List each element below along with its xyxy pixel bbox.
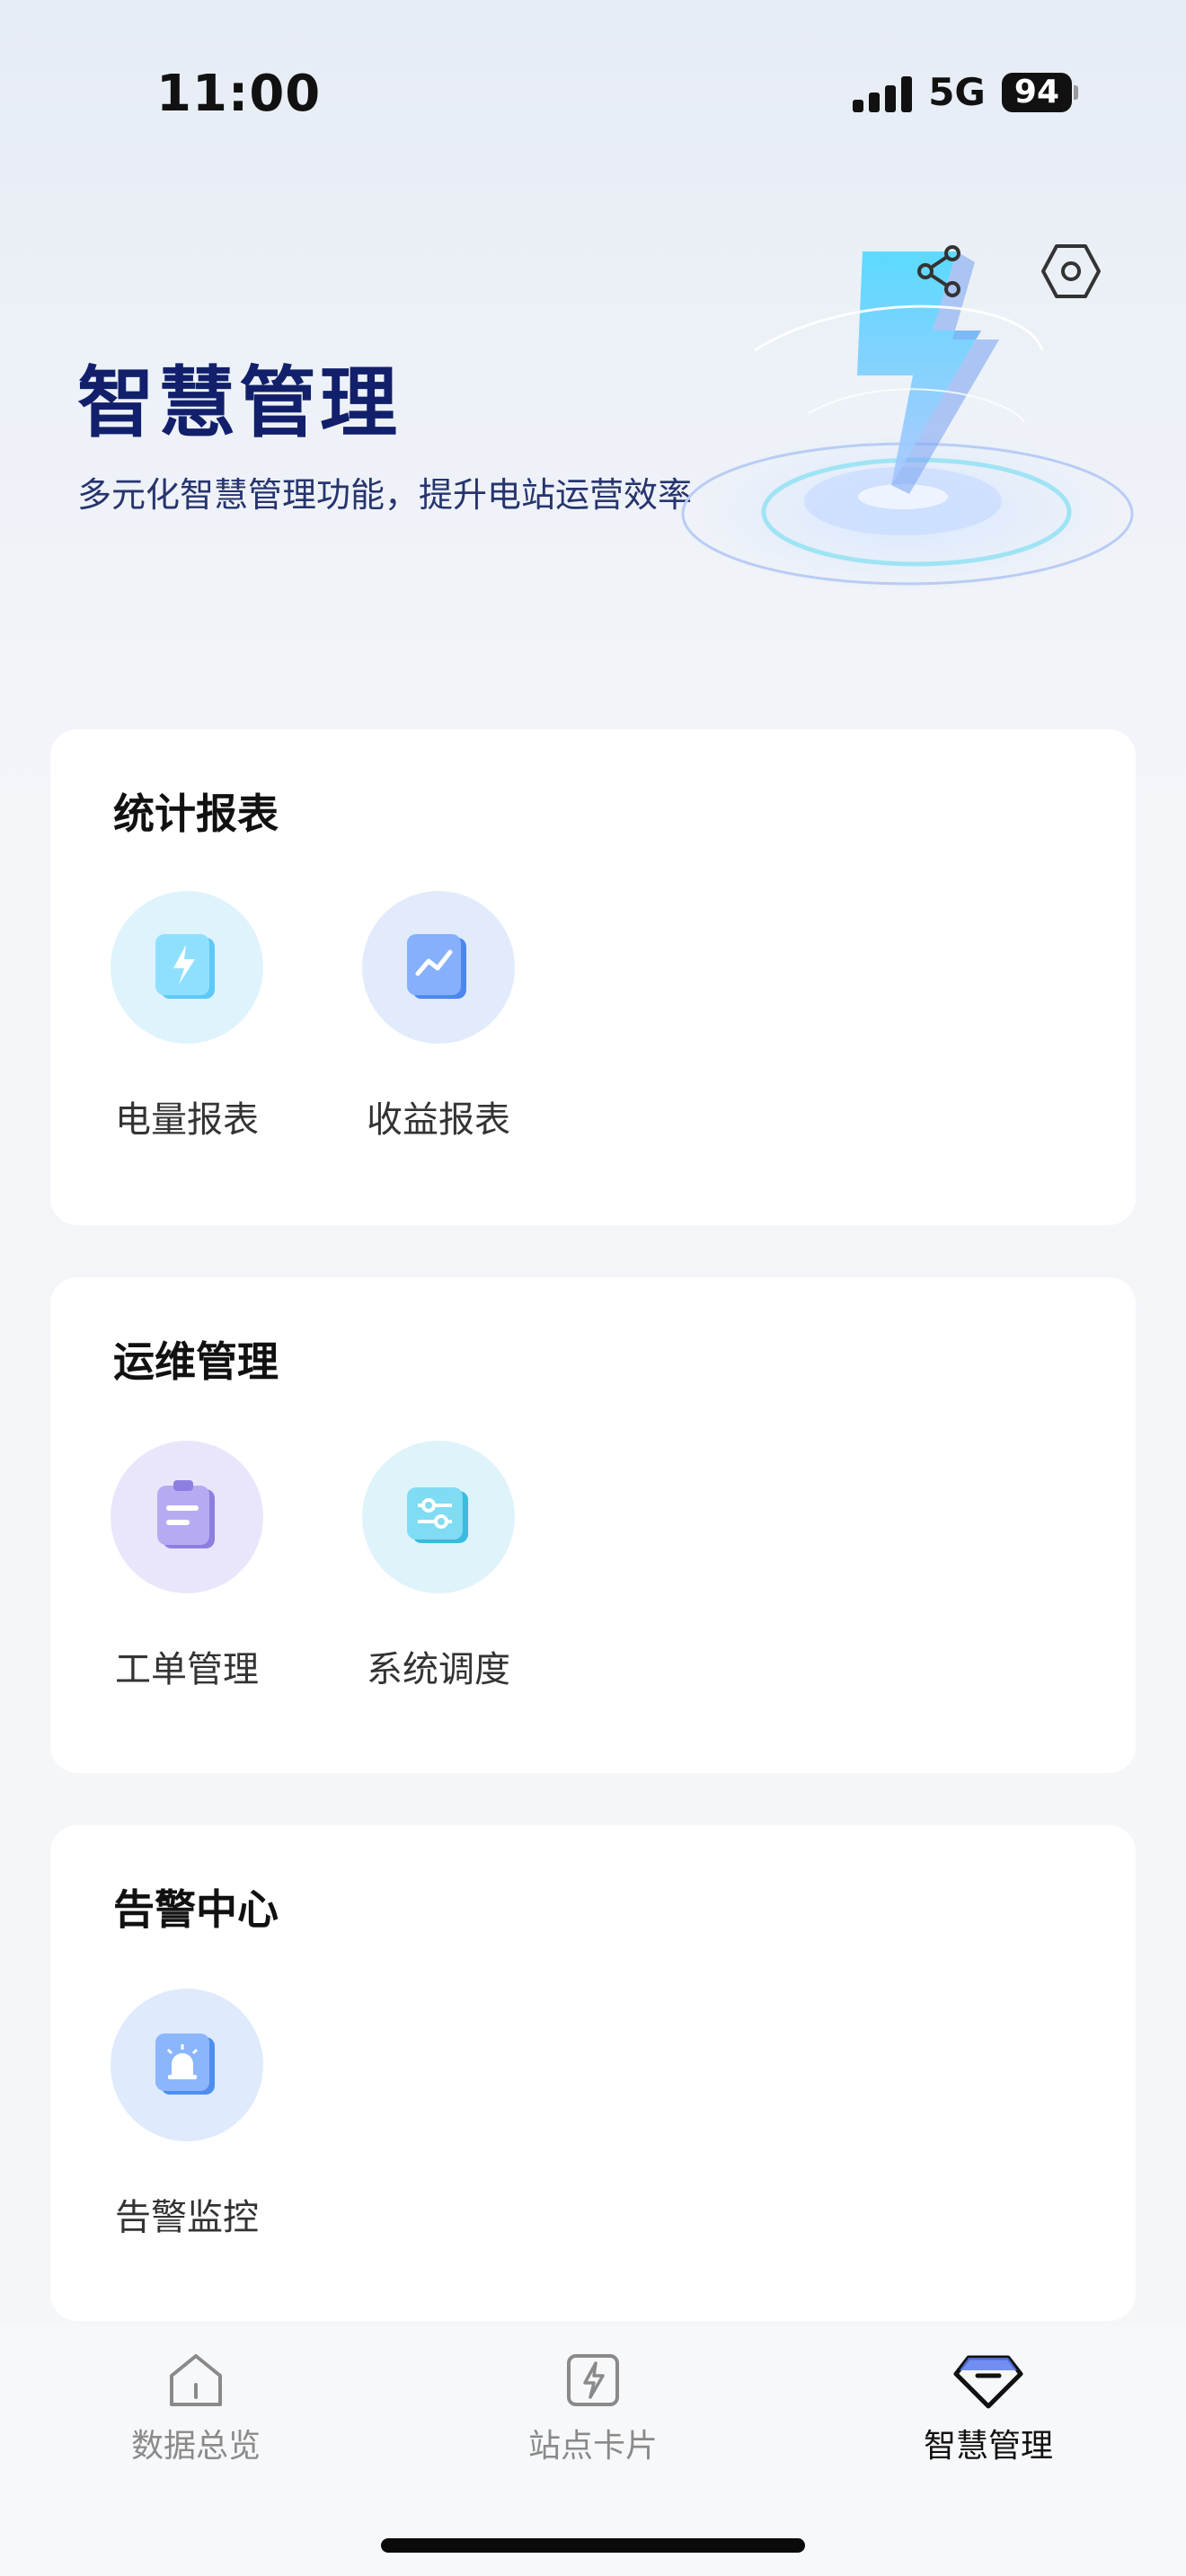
power-report-icon-bg <box>111 891 263 1044</box>
revenue-report-icon <box>407 934 466 999</box>
revenue-report-icon-bg <box>362 891 515 1044</box>
status-indicators: 5G 94 <box>853 70 1078 114</box>
home-icon <box>170 2354 222 2406</box>
home-indicator <box>381 2538 805 2553</box>
tile-label: 工单管理 <box>115 1649 259 1690</box>
page-title: 智慧管理 <box>77 358 401 448</box>
page-subtitle: 多元化智慧管理功能，提升电站运营效率 <box>77 475 693 515</box>
tile-label: 系统调度 <box>367 1649 510 1690</box>
settings-button[interactable] <box>1037 237 1105 305</box>
network-label: 5G <box>928 70 986 114</box>
signal-icon <box>853 73 913 112</box>
work-order-tile[interactable]: 工单管理 <box>97 1441 277 1692</box>
section-card-operations: 运维管理 工单管理 系统调度 <box>50 1277 1136 1773</box>
bolt-card-icon <box>567 2354 619 2406</box>
section-title: 统计报表 <box>113 790 279 838</box>
settings-icon <box>1041 244 1101 298</box>
alarm-monitor-tile[interactable]: 告警监控 <box>97 1989 277 2240</box>
tab-smart-management[interactable]: 智慧管理 <box>881 2344 1096 2466</box>
tab-label: 站点卡片 <box>527 2428 658 2465</box>
section-title: 运维管理 <box>113 1337 279 1386</box>
share-button[interactable] <box>906 237 974 305</box>
system-dispatch-tile[interactable]: 系统调度 <box>349 1441 528 1692</box>
gem-icon <box>953 2355 1023 2409</box>
battery-level: 94 <box>1001 72 1072 112</box>
section-card-reports: 统计报表 电量报表 收益报表 <box>50 729 1136 1225</box>
status-time: 11:00 <box>156 65 322 123</box>
share-icon <box>917 245 960 297</box>
power-report-icon <box>155 934 215 999</box>
tab-site-cards[interactable]: 站点卡片 <box>485 2344 701 2466</box>
section-title: 告警中心 <box>113 1885 279 1934</box>
tile-label: 电量报表 <box>115 1099 259 1141</box>
system-dispatch-icon-bg <box>362 1441 515 1593</box>
tab-data-overview[interactable]: 数据总览 <box>88 2344 304 2466</box>
work-order-icon-bg <box>111 1441 263 1593</box>
tab-label: 智慧管理 <box>923 2428 1053 2465</box>
work-order-icon <box>157 1480 215 1548</box>
tile-label: 收益报表 <box>367 1099 510 1141</box>
alarm-monitor-icon-bg <box>111 1989 263 2141</box>
section-card-alarms: 告警中心 告警监控 <box>50 1825 1136 2321</box>
tile-label: 告警监控 <box>115 2197 259 2238</box>
tab-label: 数据总览 <box>130 2428 261 2465</box>
power-report-tile[interactable]: 电量报表 <box>97 891 277 1142</box>
battery-icon: 94 <box>1001 72 1078 112</box>
system-dispatch-icon <box>407 1487 468 1543</box>
alarm-monitor-icon <box>155 2033 215 2095</box>
revenue-report-tile[interactable]: 收益报表 <box>349 891 528 1142</box>
